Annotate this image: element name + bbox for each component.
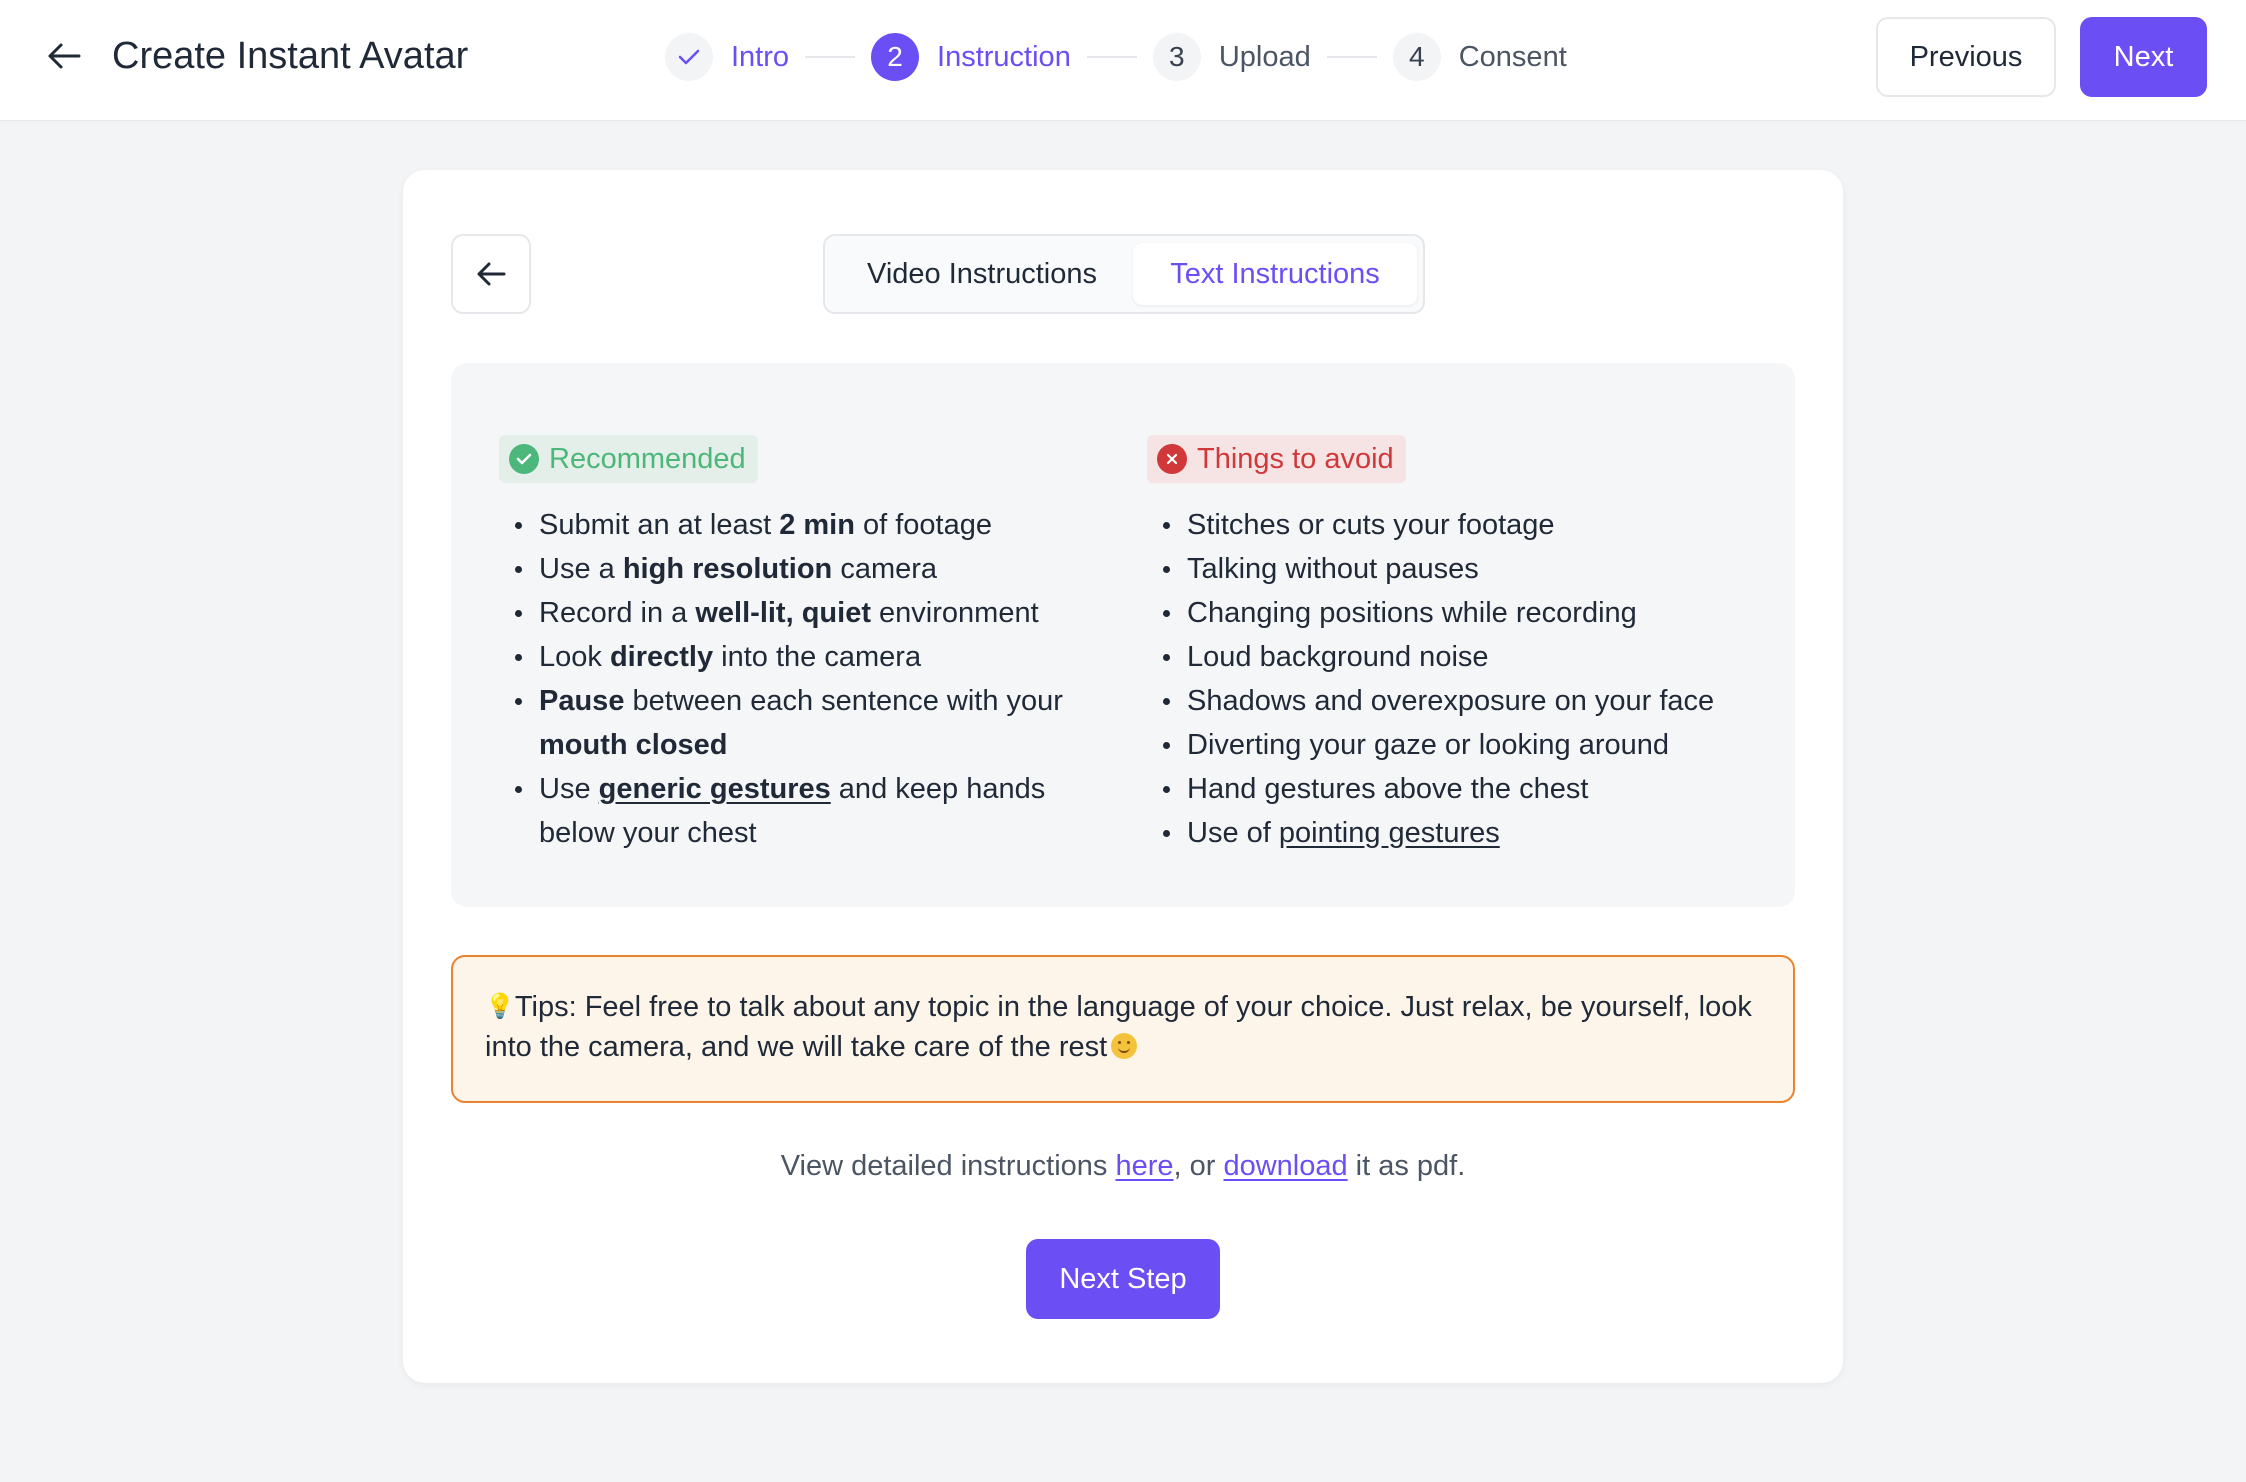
avoid-list: Stitches or cuts your footage Talking wit…	[1147, 503, 1747, 855]
list-item-text[interactable]: generic gestures	[599, 773, 831, 805]
list-item-text[interactable]: pointing gestures	[1279, 817, 1500, 849]
smile-emoji-icon	[1111, 1033, 1138, 1059]
list-item-text: Changing positions while recording	[1187, 597, 1637, 629]
tips-box: 💡Tips: Feel free to talk about any topic…	[451, 955, 1795, 1103]
list-item: Use generic gestures and keep hands belo…	[499, 767, 1099, 855]
stepper: Intro 2 Instruction 3 Upload 4 Consent	[665, 33, 1567, 81]
check-icon	[665, 33, 713, 81]
list-item-text: well-lit, quiet	[695, 597, 871, 629]
list-item: Stitches or cuts your footage	[1147, 503, 1747, 547]
list-item: Hand gestures above the chest	[1147, 767, 1747, 811]
check-circle-icon	[509, 444, 539, 474]
list-item-text: mouth closed	[539, 729, 728, 761]
step-number: 2	[871, 33, 920, 81]
step-label: Instruction	[937, 40, 1071, 73]
step-instruction[interactable]: 2 Instruction	[871, 33, 1071, 81]
list-item: Use a high resolution camera	[499, 547, 1099, 591]
list-item-text: Record in a	[539, 597, 696, 629]
list-item-text: Diverting your gaze or looking around	[1187, 729, 1669, 761]
list-item: Talking without pauses	[1147, 547, 1747, 591]
list-item-text: into the camera	[713, 641, 922, 673]
list-item: Loud background noise	[1147, 635, 1747, 679]
x-circle-icon	[1157, 444, 1187, 474]
list-item: Submit an at least 2 min of footage	[499, 503, 1099, 547]
card-back-button[interactable]	[451, 234, 531, 314]
recommended-badge: Recommended	[499, 435, 758, 483]
avoid-badge: Things to avoid	[1147, 435, 1406, 483]
step-divider	[1326, 56, 1377, 58]
list-item-text: Talking without pauses	[1187, 553, 1479, 585]
step-label: Upload	[1218, 40, 1311, 73]
list-item-text: Shadows and overexposure on your face	[1187, 685, 1715, 717]
list-item: Diverting your gaze or looking around	[1147, 723, 1747, 767]
instructions-tabs: Video Instructions Text Instructions	[823, 234, 1425, 314]
step-divider	[805, 56, 856, 58]
next-step-button[interactable]: Next Step	[1026, 1239, 1220, 1319]
list-item: Look directly into the camera	[499, 635, 1099, 679]
step-label: Intro	[731, 40, 790, 73]
list-item-text: Loud background noise	[1187, 641, 1489, 673]
list-item-text: Use of	[1187, 817, 1279, 849]
tab-text-instructions[interactable]: Text Instructions	[1133, 243, 1417, 305]
list-item-text: Hand gestures above the chest	[1187, 773, 1589, 805]
back-arrow-icon	[477, 262, 506, 286]
instructions-panel: Recommended Submit an at least 2 min of …	[451, 363, 1795, 907]
previous-button[interactable]: Previous	[1876, 17, 2056, 97]
step-number: 4	[1392, 33, 1441, 81]
instructions-card: Video Instructions Text Instructions Rec…	[403, 170, 1843, 1383]
list-item: Changing positions while recording	[1147, 591, 1747, 635]
step-number: 3	[1152, 33, 1201, 81]
list-item-text: Stitches or cuts your footage	[1187, 509, 1555, 541]
list-item-text: directly	[609, 641, 714, 673]
list-item-text: 2 min	[779, 509, 855, 541]
list-item-text: Use	[539, 773, 599, 805]
here-link[interactable]: here	[1115, 1150, 1173, 1182]
avoid-column: Things to avoid Stitches or cuts your fo…	[1147, 435, 1747, 855]
list-item-text: Look	[539, 641, 610, 673]
next-button[interactable]: Next	[2080, 17, 2207, 97]
list-item: Shadows and overexposure on your face	[1147, 679, 1747, 723]
list-item-text: environment	[870, 597, 1039, 629]
detail-suffix: it as pdf.	[1347, 1150, 1466, 1182]
lightbulb-icon: 💡	[485, 993, 515, 1020]
recommended-title: Recommended	[549, 442, 746, 475]
top-bar: Create Instant Avatar Intro 2 Instructio…	[0, 0, 2246, 121]
step-label: Consent	[1458, 40, 1567, 73]
step-upload[interactable]: 3 Upload	[1152, 33, 1311, 81]
list-item: Pause between each sentence with your mo…	[499, 679, 1099, 767]
detail-prefix: View detailed instructions	[780, 1150, 1116, 1182]
download-link[interactable]: download	[1223, 1150, 1347, 1182]
page-title: Create Instant Avatar	[112, 35, 469, 77]
detail-instructions-line: View detailed instructions here, or down…	[403, 1150, 1843, 1183]
list-item-text: between each sentence with your	[624, 685, 1063, 717]
list-item-text: of footage	[854, 509, 992, 541]
avoid-title: Things to avoid	[1197, 442, 1394, 475]
list-item: Use of pointing gestures	[1147, 811, 1747, 855]
back-arrow-icon[interactable]	[38, 30, 90, 82]
detail-middle: , or	[1173, 1150, 1224, 1182]
list-item-text: camera	[832, 553, 938, 585]
recommended-list: Submit an at least 2 min of footage Use a…	[499, 503, 1099, 855]
list-item-text: Use a	[539, 553, 623, 585]
list-item-text: high resolution	[622, 553, 833, 585]
recommended-column: Recommended Submit an at least 2 min of …	[499, 435, 1099, 855]
step-divider	[1086, 56, 1137, 58]
list-item: Record in a well-lit, quiet environment	[499, 591, 1099, 635]
list-item-text: Submit an at least	[539, 509, 780, 541]
step-intro[interactable]: Intro	[665, 33, 789, 81]
step-consent[interactable]: 4 Consent	[1392, 33, 1567, 81]
list-item-text: Pause	[539, 685, 625, 717]
tab-video-instructions[interactable]: Video Instructions	[831, 243, 1133, 305]
